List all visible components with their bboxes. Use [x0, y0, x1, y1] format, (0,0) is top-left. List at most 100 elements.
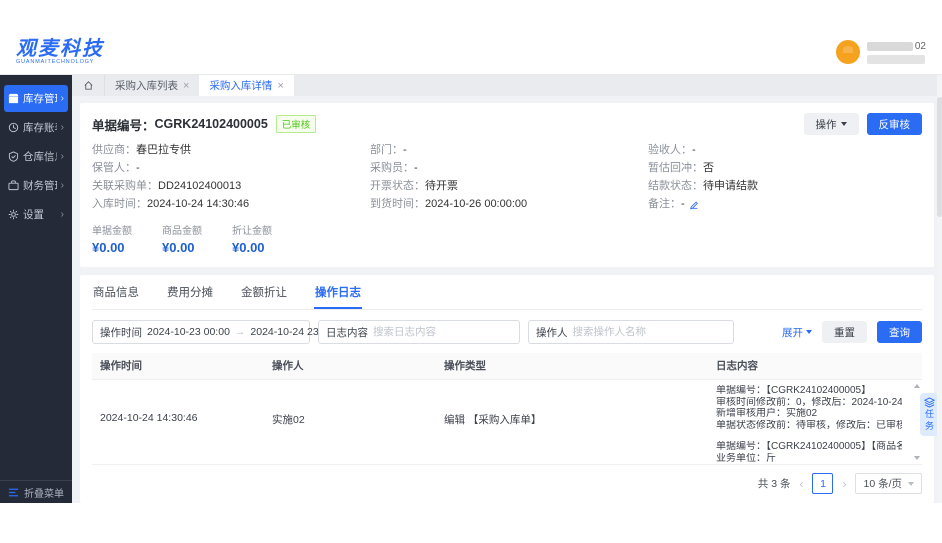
log-scroll-area[interactable]: 单据编号：【CGRK24102400005】 审核时间修改前：0，修改后：202… [716, 385, 914, 464]
chevron-down-icon [806, 330, 812, 334]
page-number[interactable]: 1 [812, 473, 834, 494]
cell-operator: 实施02 [272, 414, 305, 426]
expand-filters-link[interactable]: 展开 [782, 325, 812, 340]
redaction-block [866, 41, 913, 51]
operator-input[interactable] [572, 326, 708, 338]
doc-header: 单据编号： CGRK24102400005 已审核 操作 反审核 [92, 113, 922, 135]
amount-summary: 单据金额 ¥0.00 商品金额 ¥0.00 折让金额 ¥0.00 [92, 222, 922, 255]
sidebar-item-settings[interactable]: 设置 › [4, 201, 68, 228]
cell-operation-type: 编辑 【采购入库单】 [444, 414, 542, 426]
field-related-purchase-order: 关联采购单： DD24102400013 [92, 180, 242, 192]
app-window: 观麦科技 GUANMAITECHNOLOGY 02 库存管理 › [0, 30, 942, 503]
doc-info-panel: 单据编号： CGRK24102400005 已审核 操作 反审核 供应商： 春巴… [80, 103, 934, 267]
total-count: 共 3 条 [757, 478, 791, 490]
avatar[interactable] [835, 40, 860, 64]
cell-operation-time: 2024-10-24 14:30:46 [100, 412, 198, 424]
tab-operation-log[interactable]: 操作日志 [314, 275, 362, 309]
col-operation-type: 操作类型 [444, 360, 486, 372]
ledger-icon [8, 122, 19, 133]
amount-doc-total: 单据金额 ¥0.00 [92, 226, 132, 255]
log-filter-bar: 操作时间 2024-10-23 00:00 → 2024-10-24 23:59… [92, 310, 922, 353]
doc-number-label: 单据编号： [92, 118, 155, 133]
field-estimate-writeback: 暂估回冲：否 [648, 162, 714, 174]
time-filter-label: 操作时间 [100, 326, 142, 339]
operation-time-range-picker[interactable]: 操作时间 2024-10-23 00:00 → 2024-10-24 23:59 [92, 320, 348, 344]
close-icon[interactable]: × [183, 80, 189, 92]
detail-tabs: 商品信息 费用分摊 金额折让 操作日志 [92, 275, 922, 310]
page-scrollbar[interactable] [937, 75, 942, 503]
scrollbar-thumb[interactable] [937, 97, 942, 217]
sidebar-item-inventory-mgmt[interactable]: 库存管理 › [4, 85, 68, 112]
cell-log-content: 单据编号：【CGRK24102400005】 审核时间修改前：0，修改后：202… [708, 380, 922, 464]
prev-page-icon[interactable]: ‹ [799, 478, 803, 490]
log-content-input[interactable] [373, 326, 508, 338]
warehouse-icon [8, 151, 19, 162]
operation-log-table: 操作时间 操作人 操作类型 日志内容 2024-10-24 14:30:46 实… [92, 353, 922, 503]
chevron-down-icon [908, 481, 914, 486]
operator-filter[interactable]: 操作人 [528, 320, 734, 344]
pagination: 共 3 条 ‹ 1 › 10 条/页 [92, 465, 922, 503]
home-tab-button[interactable] [72, 75, 104, 96]
sidebar: 库存管理 › 库存账表 › 仓库信息 › 财务 [0, 75, 72, 503]
content-area: 单据编号： CGRK24102400005 已审核 操作 反审核 供应商： 春巴… [72, 96, 942, 503]
tab-goods-info[interactable]: 商品信息 [92, 275, 140, 309]
user-menu[interactable]: 02 [835, 40, 926, 64]
field-supplier: 供应商： 春巴拉专供 [92, 144, 191, 156]
field-inspector: 验收人： - [648, 144, 696, 156]
doc-fields: 供应商： 春巴拉专供 保管人： - 关联采购单： DD24102400013 入库时间… [92, 144, 922, 211]
doc-number: CGRK24102400005 [154, 117, 268, 131]
scroll-up-icon[interactable] [913, 384, 920, 388]
reset-button[interactable]: 重置 [822, 321, 867, 343]
amount-goods-total: 商品金额 ¥0.00 [162, 226, 202, 255]
next-page-icon[interactable]: › [842, 478, 846, 490]
collapse-menu-button[interactable]: 折叠菜单 [0, 480, 72, 503]
tab-purchase-inbound-list[interactable]: 采购入库列表 × [104, 75, 199, 96]
redaction-block [866, 54, 925, 64]
tab-cost-allocation[interactable]: 费用分摊 [166, 275, 214, 309]
sidebar-item-finance-mgmt[interactable]: 财务管理 › [4, 172, 68, 199]
home-icon [84, 81, 92, 90]
user-name-suffix: 02 [914, 40, 926, 52]
sidebar-item-label: 设置 [23, 209, 44, 221]
task-label-char: 务 [924, 420, 934, 431]
sidebar-item-label: 库存管理 [23, 93, 57, 105]
log-entry: 单据编号：【CGRK24102400005】【商品名称】冻青豆 业务单位：斤 新… [716, 441, 902, 464]
range-arrow: → [234, 326, 246, 338]
sidebar-item-warehouse-info[interactable]: 仓库信息 › [4, 143, 68, 170]
user-name-redacted: 02 [866, 40, 926, 52]
chevron-right-icon: › [60, 122, 64, 133]
tab-purchase-inbound-detail[interactable]: 采购入库详情 × [199, 75, 294, 96]
detail-panel: 商品信息 费用分摊 金额折让 操作日志 操作时间 2024-10-23 00:0… [80, 275, 934, 503]
tab-label: 采购入库详情 [209, 80, 273, 92]
sidebar-item-inventory-ledger[interactable]: 库存账表 › [4, 114, 68, 141]
edit-remark-icon[interactable] [689, 200, 699, 210]
task-label-char: 任 [924, 409, 934, 419]
field-purchaser: 采购员： - [370, 162, 418, 174]
log-entry: 单据编号：【CGRK24102400005】 审核时间修改前：0，修改后：202… [716, 385, 902, 431]
brand-subtitle: GUANMAITECHNOLOGY [16, 59, 95, 65]
time-from-value[interactable]: 2024-10-23 00:00 [147, 326, 230, 338]
operate-label: 操作 [815, 118, 837, 131]
operate-dropdown-button[interactable]: 操作 [803, 113, 859, 135]
search-button[interactable]: 查询 [877, 321, 922, 343]
close-icon[interactable]: × [277, 80, 283, 92]
finance-icon [8, 180, 19, 191]
page: 观麦科技 GUANMAITECHNOLOGY 02 库存管理 › [0, 0, 942, 543]
sidebar-item-label: 库存账表 [23, 122, 57, 134]
tab-amount-discount[interactable]: 金额折让 [240, 275, 288, 309]
layers-icon [924, 397, 935, 408]
field-invoice-status: 开票状态： 待开票 [370, 180, 458, 192]
brand-logo: 观麦科技 GUANMAITECHNOLOGY [16, 39, 104, 65]
inventory-icon [8, 93, 19, 104]
field-custodian: 保管人： - [92, 162, 140, 174]
log-content-filter[interactable]: 日志内容 [318, 320, 520, 344]
page-size-select[interactable]: 10 条/页 [855, 473, 922, 494]
scroll-down-icon[interactable] [913, 456, 920, 460]
sidebar-item-label: 仓库信息 [23, 151, 57, 163]
collapse-menu-label: 折叠菜单 [24, 488, 64, 500]
chevron-right-icon: › [60, 93, 64, 104]
reverse-audit-button[interactable]: 反审核 [866, 113, 922, 135]
col-log-content: 日志内容 [716, 360, 758, 372]
field-arrival-time: 到货时间： 2024-10-26 00:00:00 [370, 198, 528, 210]
